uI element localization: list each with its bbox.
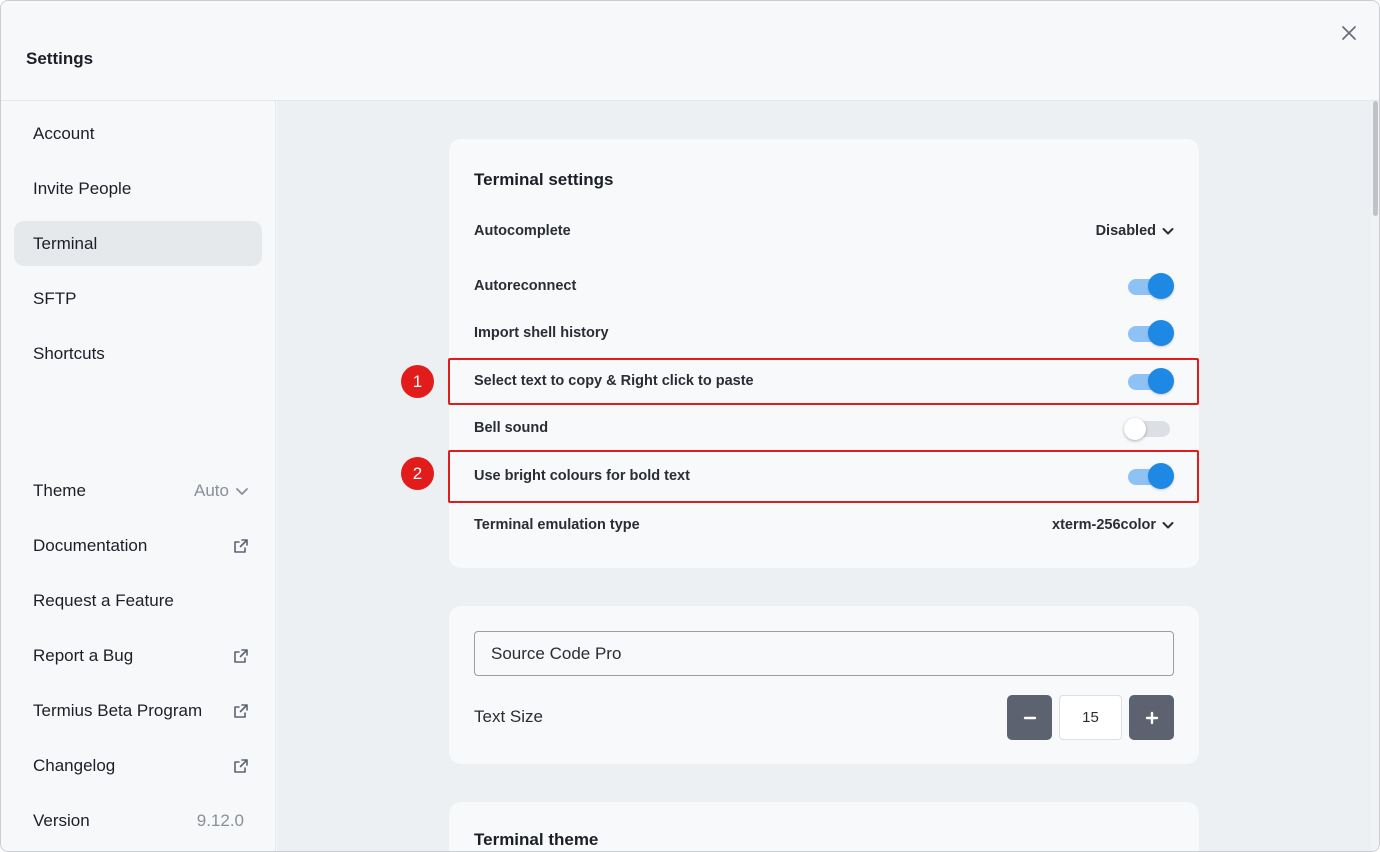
sidebar-link-report-bug[interactable]: Report a Bug bbox=[33, 643, 249, 669]
version-value: 9.12.0 bbox=[196, 811, 244, 830]
sidebar: Account Invite People Terminal SFTP Shor… bbox=[1, 101, 276, 851]
theme-value: Auto bbox=[194, 481, 229, 500]
sidebar-link-request-feature[interactable]: Request a Feature bbox=[33, 588, 249, 614]
autocomplete-row: Autocomplete Disabled bbox=[474, 216, 1174, 246]
emulation-row: Terminal emulation type xterm-256color bbox=[474, 510, 1174, 540]
sidebar-link-changelog[interactable]: Changelog bbox=[33, 753, 249, 779]
bell-sound-toggle[interactable] bbox=[1124, 415, 1174, 441]
sidebar-item-label: Shortcuts bbox=[33, 343, 105, 363]
emulation-dropdown[interactable]: xterm-256color bbox=[1052, 517, 1174, 533]
import-history-toggle[interactable] bbox=[1128, 320, 1174, 346]
scrollbar-thumb[interactable] bbox=[1373, 101, 1378, 216]
autocomplete-label: Autocomplete bbox=[474, 223, 571, 239]
sidebar-link-label: Termius Beta Program bbox=[33, 701, 203, 720]
autocomplete-dropdown[interactable]: Disabled bbox=[1096, 223, 1174, 239]
sidebar-item-label: Terminal bbox=[33, 233, 98, 253]
text-size-value[interactable]: 15 bbox=[1059, 695, 1122, 740]
external-link-icon bbox=[234, 759, 248, 773]
highlight-box-2 bbox=[448, 450, 1199, 503]
autoreconnect-row: Autoreconnect bbox=[474, 271, 1174, 301]
external-link-icon bbox=[234, 539, 248, 553]
chevron-down-icon bbox=[1162, 522, 1174, 529]
sidebar-link-label: Request a Feature bbox=[33, 591, 174, 610]
terminal-theme-card: Terminal theme bbox=[449, 802, 1199, 851]
settings-header: Settings bbox=[1, 1, 1379, 101]
sidebar-item-invite-people[interactable]: Invite People bbox=[14, 166, 262, 211]
sidebar-item-sftp[interactable]: SFTP bbox=[14, 276, 262, 321]
font-settings-card: Source Code Pro Text Size 15 bbox=[449, 606, 1199, 764]
autoreconnect-toggle[interactable] bbox=[1128, 273, 1174, 299]
autoreconnect-label: Autoreconnect bbox=[474, 278, 577, 294]
external-link-icon bbox=[234, 704, 248, 718]
import-history-label: Import shell history bbox=[474, 325, 609, 341]
theme-label: Theme bbox=[33, 481, 86, 500]
section-title: Terminal theme bbox=[474, 830, 599, 849]
settings-content: Terminal settings Autocomplete Disabled … bbox=[277, 101, 1371, 851]
emulation-label: Terminal emulation type bbox=[474, 517, 640, 533]
sidebar-link-beta-program[interactable]: Termius Beta Program bbox=[33, 698, 249, 724]
increase-size-button[interactable] bbox=[1129, 695, 1174, 740]
annotation-marker-1: 1 bbox=[401, 365, 434, 398]
chevron-down-icon bbox=[1162, 228, 1174, 235]
theme-selector[interactable]: Theme Auto bbox=[33, 478, 249, 504]
settings-window: Settings Account Invite People Terminal … bbox=[0, 0, 1380, 852]
sidebar-item-label: Invite People bbox=[33, 178, 132, 198]
version-label: Version bbox=[33, 811, 90, 830]
sidebar-link-label: Documentation bbox=[33, 536, 148, 555]
text-size-label: Text Size bbox=[474, 707, 543, 726]
terminal-settings-card: Terminal settings Autocomplete Disabled … bbox=[449, 139, 1199, 568]
emulation-value: xterm-256color bbox=[1052, 517, 1156, 533]
highlight-box-1 bbox=[448, 358, 1199, 405]
section-title: Terminal settings bbox=[474, 170, 614, 189]
version-row: Version 9.12.0 bbox=[33, 808, 244, 834]
annotation-marker-2: 2 bbox=[401, 457, 434, 490]
sidebar-link-label: Report a Bug bbox=[33, 646, 134, 665]
sidebar-link-documentation[interactable]: Documentation bbox=[33, 533, 249, 559]
bell-sound-row: Bell sound bbox=[474, 413, 1174, 443]
sidebar-item-shortcuts[interactable]: Shortcuts bbox=[14, 331, 262, 376]
sidebar-item-label: SFTP bbox=[33, 288, 77, 308]
font-family-field[interactable]: Source Code Pro bbox=[474, 631, 1174, 676]
plus-icon bbox=[1145, 711, 1158, 724]
sidebar-item-account[interactable]: Account bbox=[14, 111, 262, 156]
chevron-down-icon bbox=[236, 488, 248, 495]
minus-icon bbox=[1023, 716, 1036, 719]
sidebar-item-label: Account bbox=[33, 123, 95, 143]
decrease-size-button[interactable] bbox=[1007, 695, 1052, 740]
import-history-row: Import shell history bbox=[474, 318, 1174, 348]
sidebar-item-terminal[interactable]: Terminal bbox=[14, 221, 262, 266]
page-title: Settings bbox=[26, 49, 94, 68]
close-icon[interactable] bbox=[1337, 21, 1361, 45]
scrollbar[interactable] bbox=[1371, 101, 1379, 851]
external-link-icon bbox=[234, 649, 248, 663]
font-family-value: Source Code Pro bbox=[491, 643, 622, 663]
bell-sound-label: Bell sound bbox=[474, 420, 549, 436]
sidebar-link-label: Changelog bbox=[33, 756, 116, 775]
autocomplete-value: Disabled bbox=[1095, 223, 1156, 239]
